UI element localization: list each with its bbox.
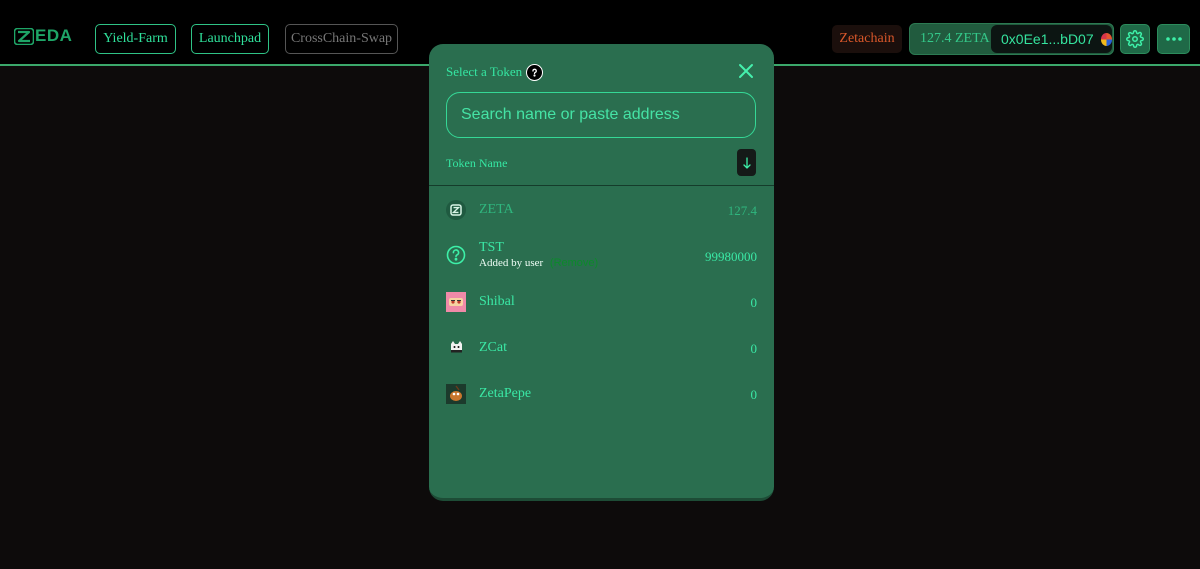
token-row-zcat[interactable]: ZCat 0 (429, 325, 774, 371)
nav-yield-farm[interactable]: Yield-Farm (95, 24, 176, 54)
select-token-modal: Select a Token Token Name ZETA 127.4 (429, 44, 774, 501)
logo-text: EDA (35, 26, 73, 45)
token-row-zeta[interactable]: ZETA 127.4 (429, 187, 774, 233)
token-symbol: ZetaPepe (479, 386, 532, 401)
list-divider (429, 185, 774, 186)
app-logo[interactable]: EDA (14, 26, 73, 45)
question-circle-icon (446, 245, 466, 265)
zetapepe-logo-icon (446, 384, 466, 404)
token-balance: 99980000 (705, 249, 757, 264)
wallet-balance: 127.4 ZETA (920, 31, 990, 46)
token-symbol: ZETA (479, 202, 514, 217)
wallet-group: 127.4 ZETA 0x0Ee1...bD07 (909, 23, 1114, 55)
nav-crosschain-swap[interactable]: CrossChain-Swap (285, 24, 398, 54)
wallet-address-button[interactable]: 0x0Ee1...bD07 (991, 25, 1112, 53)
token-row-zetapepe[interactable]: ZetaPepe 0 (429, 371, 774, 417)
modal-title: Select a Token (446, 63, 544, 81)
sort-button[interactable] (737, 149, 756, 176)
remove-token-link[interactable]: (Remove) (550, 257, 598, 269)
token-row-tst[interactable]: TST Added by user (Remove) 99980000 (429, 233, 774, 279)
zeda-logo-icon (14, 27, 34, 45)
wallet-address-text: 0x0Ee1...bD07 (1001, 31, 1094, 47)
gear-icon (1126, 30, 1144, 48)
modal-title-text: Select a Token (446, 64, 523, 79)
token-symbol: TST (479, 240, 504, 255)
nav-launchpad[interactable]: Launchpad (191, 24, 269, 54)
token-balance: 0 (750, 295, 758, 310)
token-balance: 127.4 (727, 203, 757, 218)
arrow-down-icon (742, 156, 751, 169)
added-by-user-label: Added by user (479, 257, 544, 269)
more-menu-button[interactable] (1157, 24, 1190, 54)
identicon-avatar (1100, 32, 1112, 46)
token-symbol: ZCat (479, 340, 507, 355)
help-icon[interactable] (526, 63, 544, 81)
token-row-shibal[interactable]: Shibal 0 (429, 279, 774, 325)
token-balance: 0 (750, 341, 758, 356)
more-horizontal-icon (1165, 37, 1182, 41)
token-balance: 0 (750, 387, 758, 402)
settings-button[interactable] (1120, 24, 1150, 54)
network-selector[interactable]: Zetachain (832, 25, 902, 53)
token-symbol: Shibal (479, 294, 515, 309)
token-search-input[interactable] (446, 92, 756, 138)
shibal-logo-icon (446, 292, 466, 312)
token-added-note: Added by user (Remove) (479, 257, 598, 269)
token-name-column-header: Token Name (446, 156, 508, 170)
zeta-logo-icon (446, 200, 466, 220)
close-icon[interactable] (738, 63, 754, 79)
zcat-logo-icon (446, 338, 466, 358)
